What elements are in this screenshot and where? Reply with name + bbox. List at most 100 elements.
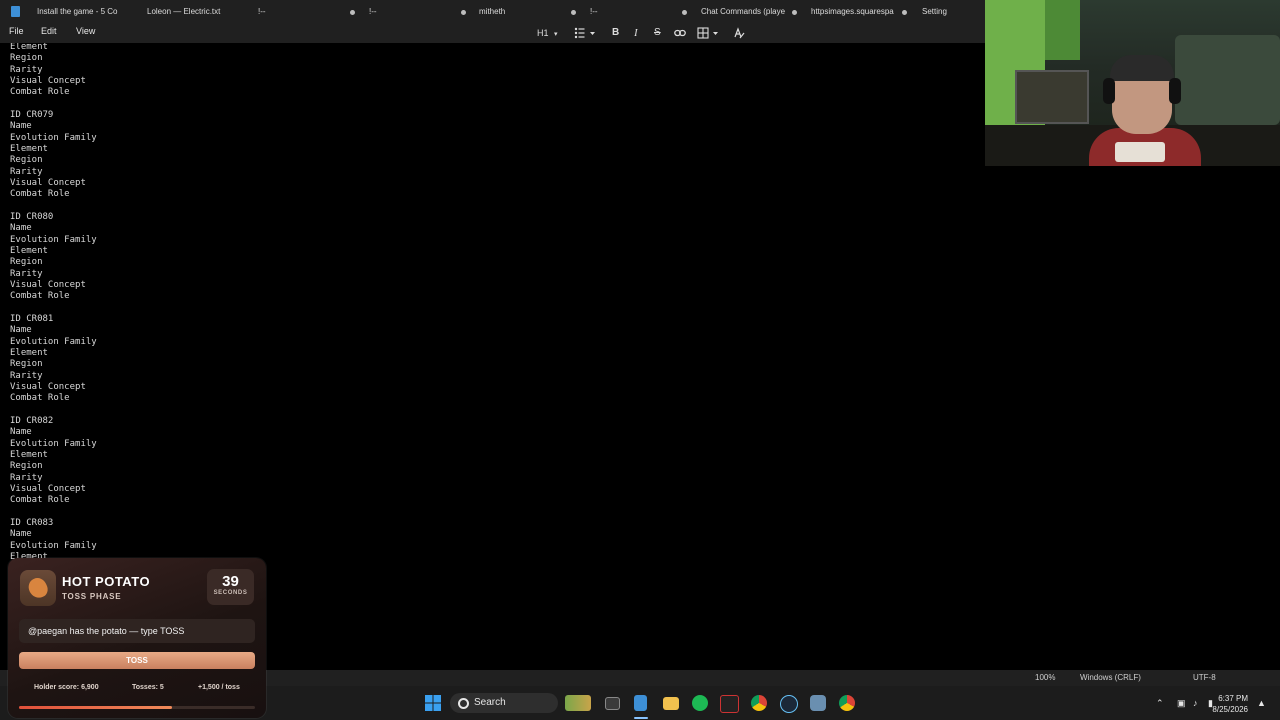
line-ending[interactable]: Windows (CRLF) bbox=[1080, 673, 1141, 682]
editor-line: Combat Role bbox=[10, 495, 70, 506]
widget-title: HOT POTATO bbox=[62, 574, 151, 589]
editor-line: Rarity bbox=[10, 166, 43, 177]
network-icon[interactable]: ▣ bbox=[1177, 698, 1186, 709]
tab-chat-commands[interactable]: Chat Commands (playe bbox=[701, 0, 797, 24]
search-label: Search bbox=[474, 697, 506, 708]
bold-button[interactable]: B bbox=[612, 26, 619, 40]
webcam-feed bbox=[985, 0, 1280, 166]
editor-line: Combat Role bbox=[10, 87, 70, 98]
tab-label: Setting bbox=[922, 7, 947, 16]
system-clock[interactable]: 6:37 PM 8/25/2026 bbox=[1212, 693, 1248, 715]
editor-line: Region bbox=[10, 461, 43, 472]
notepad-app-icon bbox=[11, 6, 20, 17]
link-icon bbox=[674, 29, 686, 37]
spotify-icon[interactable] bbox=[692, 695, 708, 711]
link-button[interactable] bbox=[674, 27, 686, 41]
tab-label: Loleon — Electric.txt bbox=[147, 7, 221, 16]
menu-edit[interactable]: Edit bbox=[41, 26, 57, 36]
unsaved-dot-icon bbox=[902, 10, 907, 15]
unsaved-dot-icon bbox=[682, 10, 687, 15]
heading-dropdown[interactable]: H1 ▾ bbox=[537, 26, 558, 40]
task-view-icon[interactable] bbox=[605, 697, 620, 710]
chevron-up-icon[interactable]: ⌃ bbox=[1156, 698, 1164, 709]
notification-bell-icon[interactable]: ▲ bbox=[1257, 698, 1266, 708]
editor-line: Rarity bbox=[10, 64, 43, 75]
steam-icon[interactable] bbox=[780, 695, 798, 713]
tab-setting[interactable]: Setting bbox=[922, 0, 977, 24]
italic-button[interactable]: I bbox=[634, 26, 638, 40]
table-dropdown[interactable] bbox=[697, 27, 721, 41]
clear-formatting-button[interactable] bbox=[733, 27, 745, 41]
table-icon bbox=[697, 27, 718, 39]
toss-button[interactable]: TOSS bbox=[19, 652, 255, 669]
phase-label: TOSS PHASE bbox=[62, 592, 122, 601]
editor-line: Region bbox=[10, 257, 43, 268]
tab-comment-2[interactable]: !-- bbox=[369, 0, 466, 24]
editor-line: Combat Role bbox=[10, 291, 70, 302]
editor-line: Element bbox=[10, 245, 48, 256]
settings-gear-icon[interactable] bbox=[810, 695, 826, 711]
tab-loleon[interactable]: Loleon — Electric.txt bbox=[147, 0, 247, 24]
editor-line: Visual Concept bbox=[10, 381, 86, 392]
editor-line: Rarity bbox=[10, 268, 43, 279]
chrome-icon[interactable] bbox=[751, 695, 767, 711]
tab-comment-1[interactable]: !-- bbox=[258, 0, 355, 24]
editor-line: Rarity bbox=[10, 472, 43, 483]
editor-line: Combat Role bbox=[10, 393, 70, 404]
editor-line: Evolution Family bbox=[10, 336, 97, 347]
tab-label: mitheth bbox=[479, 7, 506, 16]
tab-label: !-- bbox=[369, 7, 377, 16]
editor-line: Visual Concept bbox=[10, 483, 86, 494]
editor-line: Evolution Family bbox=[10, 234, 97, 245]
points-per-toss: +1,500 / toss bbox=[198, 684, 240, 691]
editor-line: Name bbox=[10, 223, 32, 234]
menu-file[interactable]: File bbox=[9, 26, 24, 36]
editor-line: Region bbox=[10, 155, 43, 166]
editor-line: Name bbox=[10, 529, 32, 540]
search-highlight-icon[interactable] bbox=[565, 695, 591, 711]
encoding[interactable]: UTF-8 bbox=[1193, 673, 1216, 682]
clock-time: 6:37 PM bbox=[1218, 694, 1248, 703]
file-explorer-icon[interactable] bbox=[663, 697, 679, 710]
volume-icon[interactable]: ♪ bbox=[1193, 698, 1198, 708]
editor-line: Element bbox=[10, 143, 48, 154]
editor-line: Combat Role bbox=[10, 189, 70, 200]
windows-start-icon[interactable] bbox=[425, 695, 441, 711]
chrome-icon-2[interactable] bbox=[839, 695, 855, 711]
hud-app-icon[interactable] bbox=[720, 695, 739, 713]
active-app-indicator bbox=[634, 717, 648, 719]
editor-line: Name bbox=[10, 427, 32, 438]
timer-value: 39 bbox=[222, 573, 239, 590]
editor-line: Evolution Family bbox=[10, 132, 97, 143]
list-dropdown[interactable] bbox=[574, 27, 596, 41]
menu-view[interactable]: View bbox=[76, 26, 95, 36]
strikethrough-button[interactable]: S bbox=[654, 26, 661, 40]
editor-line: Region bbox=[10, 359, 43, 370]
editor-line: Region bbox=[10, 53, 43, 64]
taskbar-search[interactable]: Search bbox=[450, 693, 558, 713]
tab-comment-3[interactable]: !-- bbox=[590, 0, 687, 24]
clock-date: 8/25/2026 bbox=[1212, 705, 1248, 714]
editor-line: Visual Concept bbox=[10, 279, 86, 290]
editor-line: Name bbox=[10, 121, 32, 132]
tab-squarespace[interactable]: httpsimages.squarespa bbox=[811, 0, 907, 24]
clear-formatting-icon bbox=[734, 27, 745, 39]
unsaved-dot-icon bbox=[571, 10, 576, 15]
countdown-timer: 39 SECONDS bbox=[207, 569, 254, 605]
editor-line: Element bbox=[10, 347, 48, 358]
heading-label: H1 bbox=[537, 28, 549, 38]
editor-line: Visual Concept bbox=[10, 177, 86, 188]
unsaved-dot-icon bbox=[461, 10, 466, 15]
editor-line: ID CR082 bbox=[10, 415, 54, 426]
unsaved-dot-icon bbox=[792, 10, 797, 15]
holder-score: Holder score: 6,900 bbox=[34, 684, 99, 691]
editor-line: Element bbox=[10, 449, 48, 460]
editor-line: ID CR079 bbox=[10, 109, 54, 120]
editor-line: ID CR083 bbox=[10, 517, 54, 528]
tab-mitheth[interactable]: mitheth bbox=[479, 0, 576, 24]
editor-line: Element bbox=[10, 43, 48, 52]
zoom-level[interactable]: 100% bbox=[1035, 673, 1055, 682]
notepad-taskbar-icon[interactable] bbox=[634, 695, 647, 711]
tab-install-game[interactable]: Install the game - 5 Co bbox=[37, 0, 134, 24]
tab-label: httpsimages.squarespa bbox=[811, 7, 894, 16]
